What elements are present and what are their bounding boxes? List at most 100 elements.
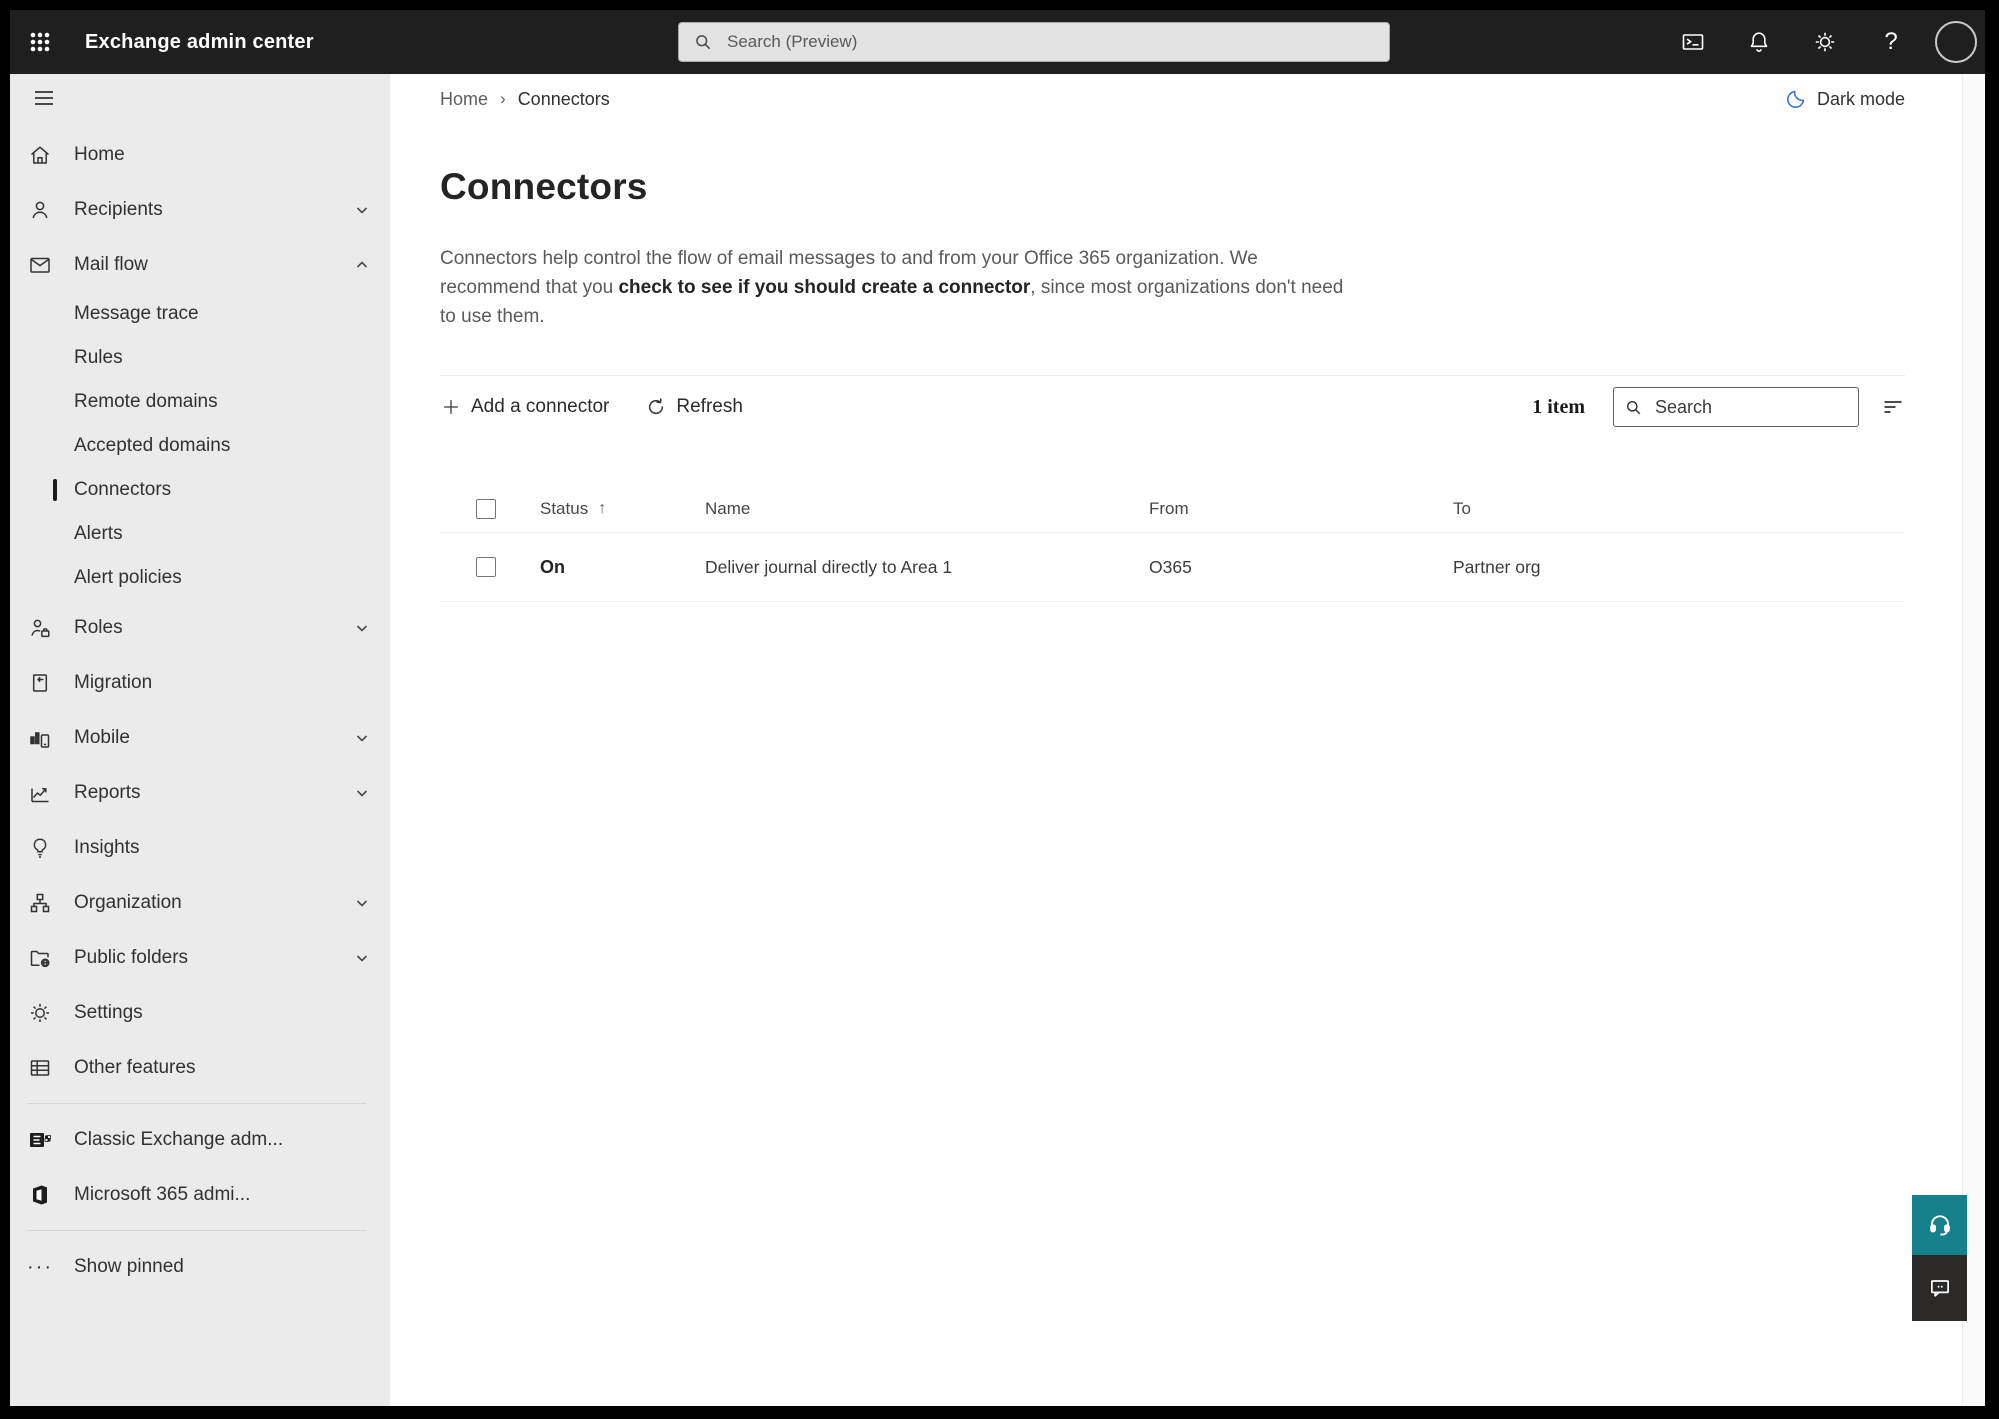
column-header-from[interactable]: From <box>1149 499 1453 519</box>
dark-mode-label: Dark mode <box>1816 88 1905 109</box>
account-avatar[interactable] <box>1935 21 1977 63</box>
sidebar-item-remote-domains[interactable]: Remote domains <box>10 380 390 424</box>
add-connector-label: Add a connector <box>471 396 610 417</box>
sidebar-item-insights[interactable]: Insights <box>10 820 390 875</box>
sidebar-item-recipients[interactable]: Recipients <box>10 182 390 237</box>
powershell-button[interactable] <box>1667 18 1719 66</box>
refresh-button[interactable]: Refresh <box>645 396 743 418</box>
breadcrumb-row: Home › Connectors Dark mode <box>440 86 1905 112</box>
sidebar-item-label: Insights <box>74 836 140 858</box>
sidebar-item-classic-exchange[interactable]: Classic Exchange adm... <box>10 1112 390 1167</box>
sidebar-item-public-folders[interactable]: Public folders <box>10 930 390 985</box>
sidebar-item-rules[interactable]: Rules <box>10 336 390 380</box>
row-to: Partner org <box>1453 556 1541 577</box>
chat-feedback-icon <box>1930 1280 1949 1297</box>
sidebar-item-other-features[interactable]: Other features <box>10 1040 390 1095</box>
sidebar-item-label: Mobile <box>74 726 130 748</box>
sidebar-item-label: Remote domains <box>74 391 218 412</box>
table-header-row: Status ↑ Name From To <box>440 486 1905 533</box>
sidebar-item-settings[interactable]: Settings <box>10 985 390 1040</box>
add-connector-button[interactable]: Add a connector <box>440 396 609 418</box>
notifications-button[interactable] <box>1733 18 1785 66</box>
hamburger-icon <box>35 91 53 105</box>
collapse-nav-button[interactable] <box>24 78 64 118</box>
sidebar-item-home[interactable]: Home <box>10 127 390 182</box>
sidebar-item-label: Classic Exchange adm... <box>74 1128 284 1150</box>
description-emphasis-link[interactable]: check to see if you should create a conn… <box>618 277 1030 298</box>
page-title: Connectors <box>440 166 648 207</box>
chevron-up-icon <box>354 257 370 273</box>
gear-icon <box>1815 32 1835 52</box>
sidebar-item-connectors[interactable]: Connectors <box>10 468 390 512</box>
plus-icon <box>440 396 462 418</box>
row-name[interactable]: Deliver journal directly to Area 1 <box>705 557 1149 578</box>
feedback-button[interactable] <box>1912 1255 1967 1321</box>
sidebar-item-label: Connectors <box>74 479 172 500</box>
floating-action-stack <box>1912 1195 1967 1321</box>
app-window: Exchange admin center Search (Preview) ?… <box>10 10 1985 1406</box>
support-button[interactable] <box>1912 1195 1967 1255</box>
lightbulb-icon <box>28 836 52 860</box>
sidebar-item-label: Other features <box>74 1056 196 1078</box>
sidebar-item-accepted-domains[interactable]: Accepted domains <box>10 424 390 468</box>
page-content: Home › Connectors Dark mode Connectors C… <box>390 74 1985 602</box>
refresh-label: Refresh <box>676 396 743 417</box>
dark-mode-toggle[interactable]: Dark mode <box>1785 88 1905 110</box>
chevron-down-icon <box>354 202 370 218</box>
migration-icon <box>28 671 52 695</box>
top-bar: Exchange admin center Search (Preview) ? <box>10 10 1985 74</box>
column-header-to[interactable]: To <box>1453 499 1905 519</box>
topbar-actions: ? <box>1667 18 1977 66</box>
row-checkbox[interactable] <box>476 557 496 577</box>
table-row[interactable]: On Deliver journal directly to Area 1 O3… <box>440 533 1905 602</box>
help-button[interactable]: ? <box>1865 18 1917 66</box>
sidebar-item-organization[interactable]: Organization <box>10 875 390 930</box>
reports-icon <box>28 781 52 805</box>
sidebar-item-alert-policies[interactable]: Alert policies <box>10 556 390 600</box>
list-search-box[interactable] <box>1613 387 1859 427</box>
sidebar-item-label: Settings <box>74 1001 143 1023</box>
sidebar: Home Recipients Mail flow Message trace … <box>10 74 390 1406</box>
sidebar-item-message-trace[interactable]: Message trace <box>10 292 390 336</box>
mail-icon <box>28 253 52 277</box>
row-status: On <box>540 556 565 577</box>
breadcrumb-home-link[interactable]: Home <box>440 89 488 110</box>
sidebar-item-label: Microsoft 365 admi... <box>74 1183 251 1205</box>
sidebar-item-alerts[interactable]: Alerts <box>10 512 390 556</box>
sidebar-item-migration[interactable]: Migration <box>10 655 390 710</box>
row-checkbox-cell <box>440 557 540 577</box>
help-icon: ? <box>1884 28 1898 55</box>
sidebar-item-mobile[interactable]: Mobile <box>10 710 390 765</box>
sidebar-item-roles[interactable]: Roles <box>10 600 390 655</box>
mobile-icon <box>28 726 52 750</box>
column-header-status[interactable]: Status ↑ <box>540 499 705 519</box>
table-icon <box>28 1056 52 1080</box>
sidebar-item-label: Alerts <box>74 523 123 544</box>
breadcrumb: Home › Connectors <box>440 89 610 110</box>
sidebar-item-label: Home <box>74 143 125 165</box>
list-search-input[interactable] <box>1653 395 1848 419</box>
person-icon <box>28 198 52 222</box>
sidebar-item-label: Mail flow <box>74 253 148 275</box>
app-launcher-button[interactable] <box>16 18 64 66</box>
sidebar-item-mail-flow[interactable]: Mail flow <box>10 237 390 292</box>
sidebar-item-reports[interactable]: Reports <box>10 765 390 820</box>
sidebar-item-label: Show pinned <box>74 1255 184 1277</box>
select-all-checkbox[interactable] <box>476 499 496 519</box>
settings-button[interactable] <box>1799 18 1851 66</box>
sidebar-item-label: Public folders <box>74 946 189 968</box>
sidebar-item-label: Rules <box>74 347 123 368</box>
main-panel: Home › Connectors Dark mode Connectors C… <box>390 74 1985 1406</box>
global-search-box[interactable] <box>678 22 1390 62</box>
gear-icon <box>28 1001 52 1025</box>
column-header-name[interactable]: Name <box>705 499 1149 519</box>
sidebar-item-label: Roles <box>74 616 123 638</box>
filter-button[interactable] <box>1881 395 1905 419</box>
chevron-down-icon <box>354 730 370 746</box>
sidebar-item-microsoft-365-admin[interactable]: Microsoft 365 admi... <box>10 1167 390 1222</box>
sidebar-item-show-pinned[interactable]: ··· Show pinned <box>10 1239 390 1294</box>
global-search-input[interactable] <box>725 31 1375 53</box>
chevron-down-icon <box>354 895 370 911</box>
sidebar-item-label: Organization <box>74 891 182 913</box>
breadcrumb-separator-icon: › <box>500 89 506 108</box>
